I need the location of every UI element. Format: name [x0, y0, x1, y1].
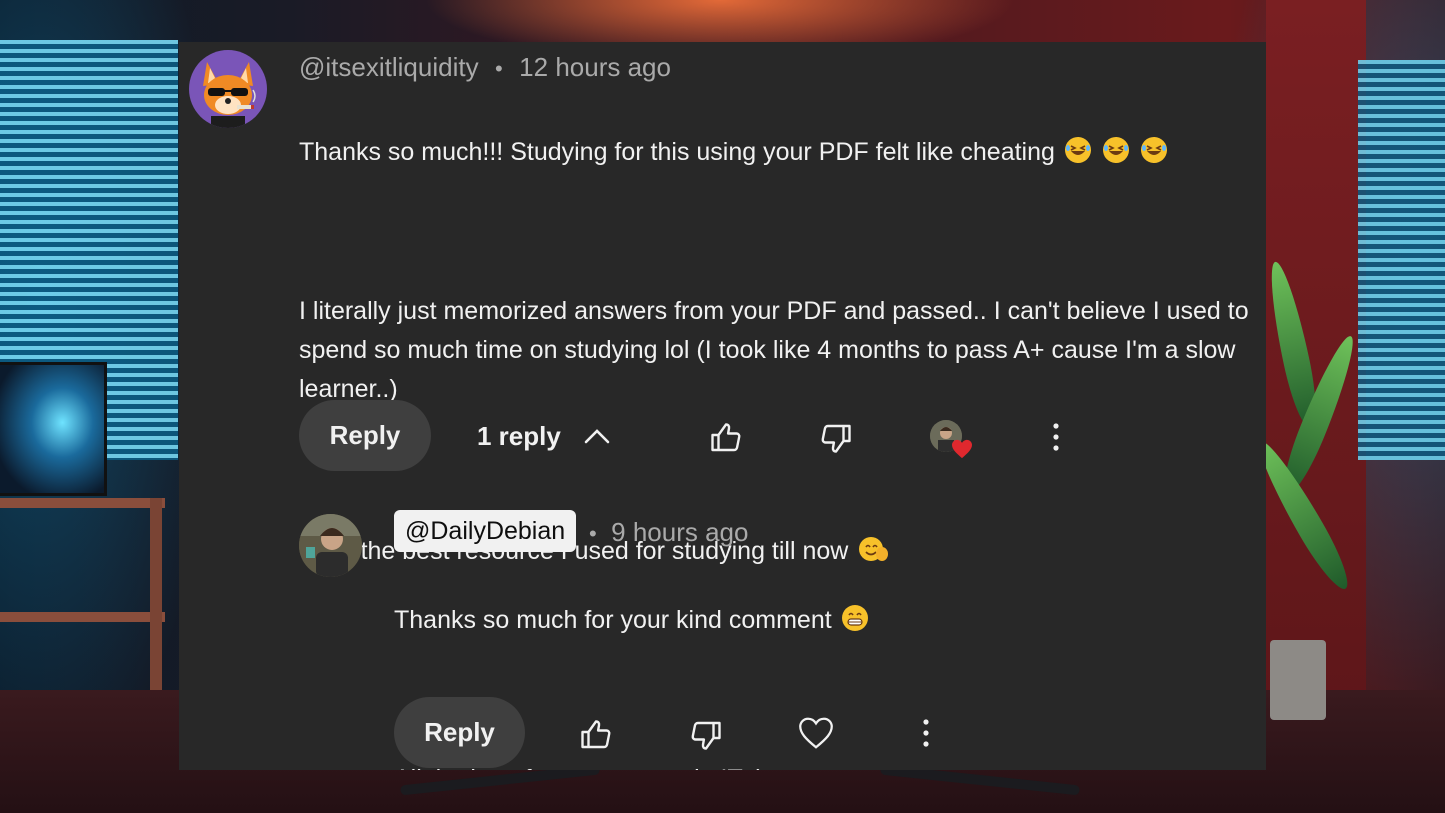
- thumbs-down-icon[interactable]: [688, 717, 724, 753]
- comment-author[interactable]: @itsexitliquidity: [299, 52, 479, 82]
- smile-wave-emoji-icon: [848, 537, 890, 565]
- heart-icon[interactable]: [798, 716, 834, 750]
- reply-author-channel-tag[interactable]: @DailyDebian: [394, 510, 577, 552]
- shelf-top: [0, 498, 165, 508]
- commenter-avatar[interactable]: [189, 50, 267, 128]
- reply-reply-button[interactable]: Reply: [394, 697, 525, 768]
- window-blinds-right: [1358, 60, 1445, 460]
- reply-timestamp[interactable]: 9 hours ago: [611, 517, 748, 547]
- fox-avatar-icon: [203, 62, 256, 128]
- thumbs-up-icon[interactable]: [708, 420, 744, 456]
- reply-author-avatar[interactable]: [299, 514, 362, 577]
- more-vertical-icon[interactable]: [915, 716, 937, 750]
- heart-icon: [952, 439, 972, 459]
- comment-paragraph: Thanks so much!!! Studying for this usin…: [299, 133, 1264, 172]
- reply-header-meta: • 9 hours ago: [589, 515, 748, 549]
- creator-heart-badge[interactable]: [930, 420, 978, 464]
- comment-panel: @itsexitliquidity • 12 hours ago Thanks …: [179, 42, 1266, 770]
- replies-toggle[interactable]: 1 reply: [477, 418, 561, 454]
- person-avatar-icon: [299, 514, 362, 577]
- header-separator: •: [495, 56, 503, 81]
- thumbs-up-icon[interactable]: [578, 717, 614, 753]
- more-vertical-icon[interactable]: [1045, 420, 1067, 454]
- background-scene: @itsexitliquidity • 12 hours ago Thanks …: [0, 0, 1445, 813]
- replies-count-label: 1 reply: [477, 421, 561, 451]
- shelf-middle: [0, 612, 165, 622]
- comment-timestamp[interactable]: 12 hours ago: [519, 52, 671, 82]
- grin-emoji-icon: [832, 605, 870, 634]
- header-separator: •: [589, 521, 597, 546]
- comment-paragraph: I literally just memorized answers from …: [299, 297, 1249, 403]
- reply-button[interactable]: Reply: [299, 400, 431, 471]
- monitor-illustration: [0, 362, 107, 496]
- plant-pot: [1270, 640, 1326, 720]
- rofl-emoji-icon: [1055, 137, 1169, 166]
- reply-paragraph: Thanks so much for your kind comment: [394, 601, 1254, 640]
- reply-paragraph: All the best for your career in IT :): [394, 760, 1254, 770]
- thumbs-down-icon[interactable]: [818, 420, 854, 456]
- comment-header: @itsexitliquidity • 12 hours ago: [299, 50, 671, 84]
- chevron-up-icon[interactable]: [583, 424, 611, 448]
